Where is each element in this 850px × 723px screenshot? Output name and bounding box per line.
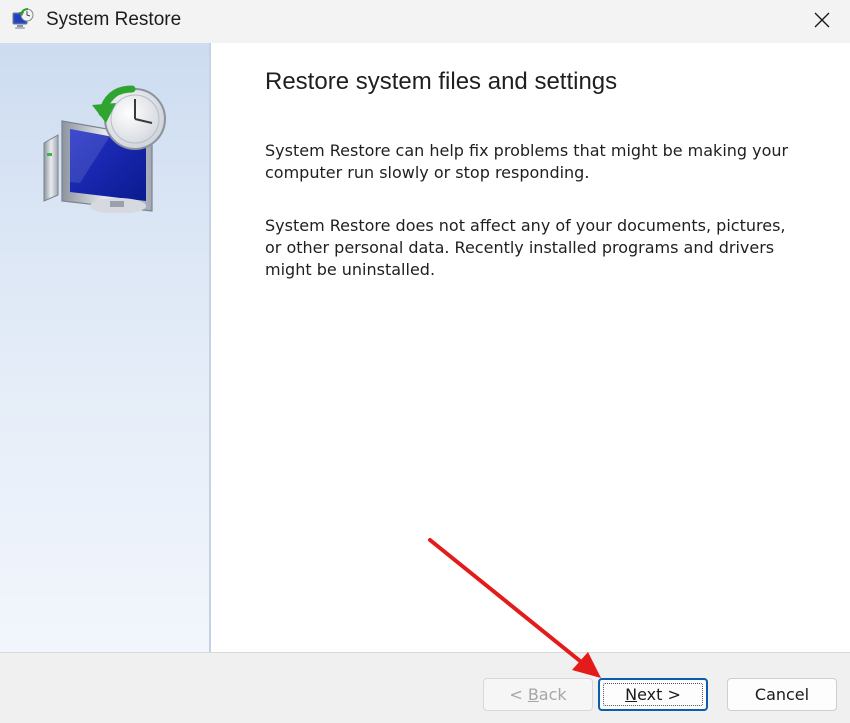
back-button-label: ack [538,685,567,704]
content-panel: Restore system files and settings System… [212,43,850,652]
back-button[interactable]: < Back [483,678,593,711]
back-button-mnemonic: B [527,685,539,704]
system-restore-window: System Restore Restore system files and … [0,0,850,723]
next-button[interactable]: Next > [598,678,708,711]
window-title: System Restore [46,9,182,30]
title-bar: System Restore [0,0,850,43]
description-paragraph-2: System Restore does not affect any of yo… [265,216,786,279]
cancel-button[interactable]: Cancel [727,678,837,711]
button-bar: < Back Next > Cancel [0,652,850,723]
close-button[interactable] [794,0,850,40]
description-paragraph-1: System Restore can help fix problems tha… [265,141,789,182]
monitor-clock-restore-icon [43,85,166,213]
system-restore-icon [12,8,34,29]
next-button-label: ext > [637,685,681,704]
close-icon [814,12,830,28]
next-button-mnemonic: N [625,685,638,704]
page-heading: Restore system files and settings [265,68,618,95]
wizard-banner [0,43,211,652]
cancel-button-label: Cancel [754,685,810,704]
back-button-prefix: < [509,685,528,704]
